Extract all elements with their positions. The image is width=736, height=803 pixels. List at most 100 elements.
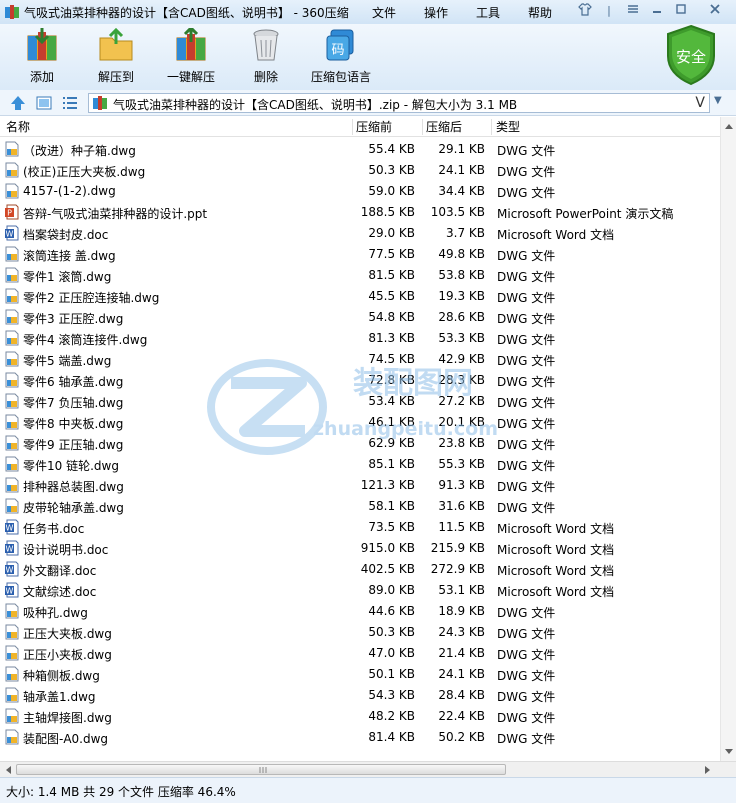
file-type: DWG 文件 xyxy=(497,375,556,389)
file-size: 402.5 KB xyxy=(360,562,415,576)
file-type: DWG 文件 xyxy=(497,249,556,263)
file-row[interactable]: W 任务书.doc 73.5 KB 11.5 KB Microsoft Word 文档 xyxy=(0,517,720,538)
close-icon[interactable] xyxy=(706,3,724,19)
address-text: 气吸式油菜排种器的设计【含CAD图纸、说明书】.zip - 解包大小为 3.1 … xyxy=(113,98,518,112)
file-row[interactable]: W 文献综述.doc 89.0 KB 53.1 KB Microsoft Word 文档 xyxy=(0,580,720,601)
one-click-extract-button[interactable]: 一键解压 xyxy=(155,28,227,88)
file-name: 种箱侧板.dwg xyxy=(23,669,100,683)
file-size: 55.4 KB xyxy=(368,142,415,156)
file-row[interactable]: P 答辩-气吸式油菜排种器的设计.ppt 188.5 KB 103.5 KB Micro… xyxy=(0,202,720,223)
file-compressed-size: 34.4 KB xyxy=(438,184,485,198)
file-row[interactable]: W 档案袋封皮.doc 29.0 KB 3.7 KB Microsoft Word 文档 xyxy=(0,223,720,244)
scroll-thumb[interactable] xyxy=(16,764,506,775)
address-field[interactable]: 气吸式油菜排种器的设计【含CAD图纸、说明书】.zip - 解包大小为 3.1 … xyxy=(88,93,710,113)
file-type: DWG 文件 xyxy=(497,417,556,431)
file-row[interactable]: 种箱侧板.dwg 50.1 KB 24.1 KB DWG 文件 xyxy=(0,664,720,685)
file-name: 4157-(1-2).dwg xyxy=(23,184,116,198)
up-arrow-icon[interactable] xyxy=(10,95,26,111)
menu-file[interactable]: 文件 xyxy=(372,4,396,21)
file-row[interactable]: 零件2 正压腔连接轴.dwg 45.5 KB 19.3 KB DWG 文件 xyxy=(0,286,720,307)
archive-language-button[interactable]: 码 压缩包语言 xyxy=(305,28,377,88)
dwg-file-icon xyxy=(5,624,19,640)
window-title: 气吸式油菜排种器的设计【含CAD图纸、说明书】 - 360压缩 xyxy=(24,6,349,20)
file-name: 零件2 正压腔连接轴.dwg xyxy=(23,291,160,305)
file-row[interactable]: 吸种孔.dwg 44.6 KB 18.9 KB DWG 文件 xyxy=(0,601,720,622)
dwg-file-icon xyxy=(5,603,19,619)
menu-icon[interactable] xyxy=(624,3,642,19)
scroll-up-icon[interactable] xyxy=(721,119,736,135)
column-divider[interactable] xyxy=(491,119,492,135)
file-type: DWG 文件 xyxy=(497,144,556,158)
delete-button[interactable]: 删除 xyxy=(230,28,302,88)
file-row[interactable]: 轴承盖1.dwg 54.3 KB 28.4 KB DWG 文件 xyxy=(0,685,720,706)
column-size[interactable]: 压缩前 xyxy=(356,120,392,134)
skin-icon[interactable] xyxy=(576,3,594,19)
file-row[interactable]: 零件10 链轮.dwg 85.1 KB 55.3 KB DWG 文件 xyxy=(0,454,720,475)
dwg-file-icon xyxy=(5,666,19,682)
thumbnail-view-icon[interactable] xyxy=(36,95,52,111)
maximize-icon[interactable] xyxy=(672,3,690,19)
menu-operate[interactable]: 操作 xyxy=(424,4,448,21)
file-size: 54.8 KB xyxy=(368,310,415,324)
dwg-file-icon xyxy=(5,393,19,409)
file-row[interactable]: 装配图-A0.dwg 81.4 KB 50.2 KB DWG 文件 xyxy=(0,727,720,748)
extract-to-button[interactable]: 解压到 xyxy=(80,28,152,88)
file-row[interactable]: W 外文翻译.doc 402.5 KB 272.9 KB Microsoft Word … xyxy=(0,559,720,580)
vertical-scrollbar[interactable] xyxy=(720,117,736,761)
column-compressed-size[interactable]: 压缩后 xyxy=(426,120,462,134)
app-window: 气吸式油菜排种器的设计【含CAD图纸、说明书】 - 360压缩 文件 操作 工具… xyxy=(0,0,736,803)
file-row[interactable]: 正压小夹板.dwg 47.0 KB 21.4 KB DWG 文件 xyxy=(0,643,720,664)
address-dropdown-icon[interactable]: V xyxy=(695,95,705,111)
scroll-down-icon[interactable] xyxy=(721,743,736,759)
menu-help[interactable]: 帮助 xyxy=(528,4,552,21)
extract-to-label: 解压到 xyxy=(97,70,134,84)
file-row[interactable]: 零件6 轴承盖.dwg 72.8 KB 28.3 KB DWG 文件 xyxy=(0,370,720,391)
chevron-down-icon[interactable]: ▼ xyxy=(714,95,722,106)
file-row[interactable]: W 设计说明书.doc 915.0 KB 215.9 KB Microsoft Word… xyxy=(0,538,720,559)
file-row[interactable]: 零件4 滚筒连接件.dwg 81.3 KB 53.3 KB DWG 文件 xyxy=(0,328,720,349)
file-row[interactable]: 零件8 中夹板.dwg 46.1 KB 20.1 KB DWG 文件 xyxy=(0,412,720,433)
file-row[interactable]: 零件7 负压轴.dwg 53.4 KB 27.2 KB DWG 文件 xyxy=(0,391,720,412)
menu-tools[interactable]: 工具 xyxy=(476,4,500,21)
dwg-file-icon xyxy=(5,162,19,178)
file-row[interactable]: 零件1 滚筒.dwg 81.5 KB 53.8 KB DWG 文件 xyxy=(0,265,720,286)
file-size: 81.3 KB xyxy=(368,331,415,345)
minimize-icon[interactable] xyxy=(648,3,666,19)
archive-icon xyxy=(93,96,107,110)
column-type[interactable]: 类型 xyxy=(496,120,520,134)
file-row[interactable]: 正压大夹板.dwg 50.3 KB 24.3 KB DWG 文件 xyxy=(0,622,720,643)
dwg-file-icon xyxy=(5,435,19,451)
file-row[interactable]: (校正)正压大夹板.dwg 50.3 KB 24.1 KB DWG 文件 xyxy=(0,160,720,181)
file-row[interactable]: 零件3 正压腔.dwg 54.8 KB 28.6 KB DWG 文件 xyxy=(0,307,720,328)
list-view-icon[interactable] xyxy=(62,95,78,111)
file-row[interactable]: 主轴焊接图.dwg 48.2 KB 22.4 KB DWG 文件 xyxy=(0,706,720,727)
file-row[interactable]: 滚筒连接 盖.dwg 77.5 KB 49.8 KB DWG 文件 xyxy=(0,244,720,265)
file-compressed-size: 50.2 KB xyxy=(438,730,485,744)
file-row[interactable]: （改进）种子箱.dwg 55.4 KB 29.1 KB DWG 文件 xyxy=(0,139,720,160)
column-divider[interactable] xyxy=(422,119,423,135)
add-label: 添加 xyxy=(29,70,54,84)
horizontal-scrollbar[interactable] xyxy=(0,761,736,777)
archive-language-label: 压缩包语言 xyxy=(310,70,371,84)
svg-text:W: W xyxy=(6,566,14,575)
dwg-file-icon xyxy=(5,309,19,325)
file-compressed-size: 53.1 KB xyxy=(438,583,485,597)
divider-icon: | xyxy=(607,4,611,17)
file-compressed-size: 19.3 KB xyxy=(438,289,485,303)
security-shield-icon[interactable]: 安全 xyxy=(664,24,718,86)
add-button[interactable]: 添加 xyxy=(6,28,78,88)
file-row[interactable]: 皮带轮轴承盖.dwg 58.1 KB 31.6 KB DWG 文件 xyxy=(0,496,720,517)
file-type: DWG 文件 xyxy=(497,186,556,200)
scroll-left-icon[interactable] xyxy=(2,763,16,777)
file-size: 54.3 KB xyxy=(368,688,415,702)
file-row[interactable]: 零件9 正压轴.dwg 62.9 KB 23.8 KB DWG 文件 xyxy=(0,433,720,454)
file-name: 零件7 负压轴.dwg xyxy=(23,396,124,410)
column-divider[interactable] xyxy=(352,119,353,135)
column-name[interactable]: 名称 xyxy=(6,120,30,134)
svg-text:P: P xyxy=(7,209,12,218)
file-row[interactable]: 排种器总装图.dwg 121.3 KB 91.3 KB DWG 文件 xyxy=(0,475,720,496)
file-row[interactable]: 零件5 端盖.dwg 74.5 KB 42.9 KB DWG 文件 xyxy=(0,349,720,370)
file-name: 任务书.doc xyxy=(23,522,85,536)
scroll-right-icon[interactable] xyxy=(700,763,714,777)
file-row[interactable]: 4157-(1-2).dwg 59.0 KB 34.4 KB DWG 文件 xyxy=(0,181,720,202)
